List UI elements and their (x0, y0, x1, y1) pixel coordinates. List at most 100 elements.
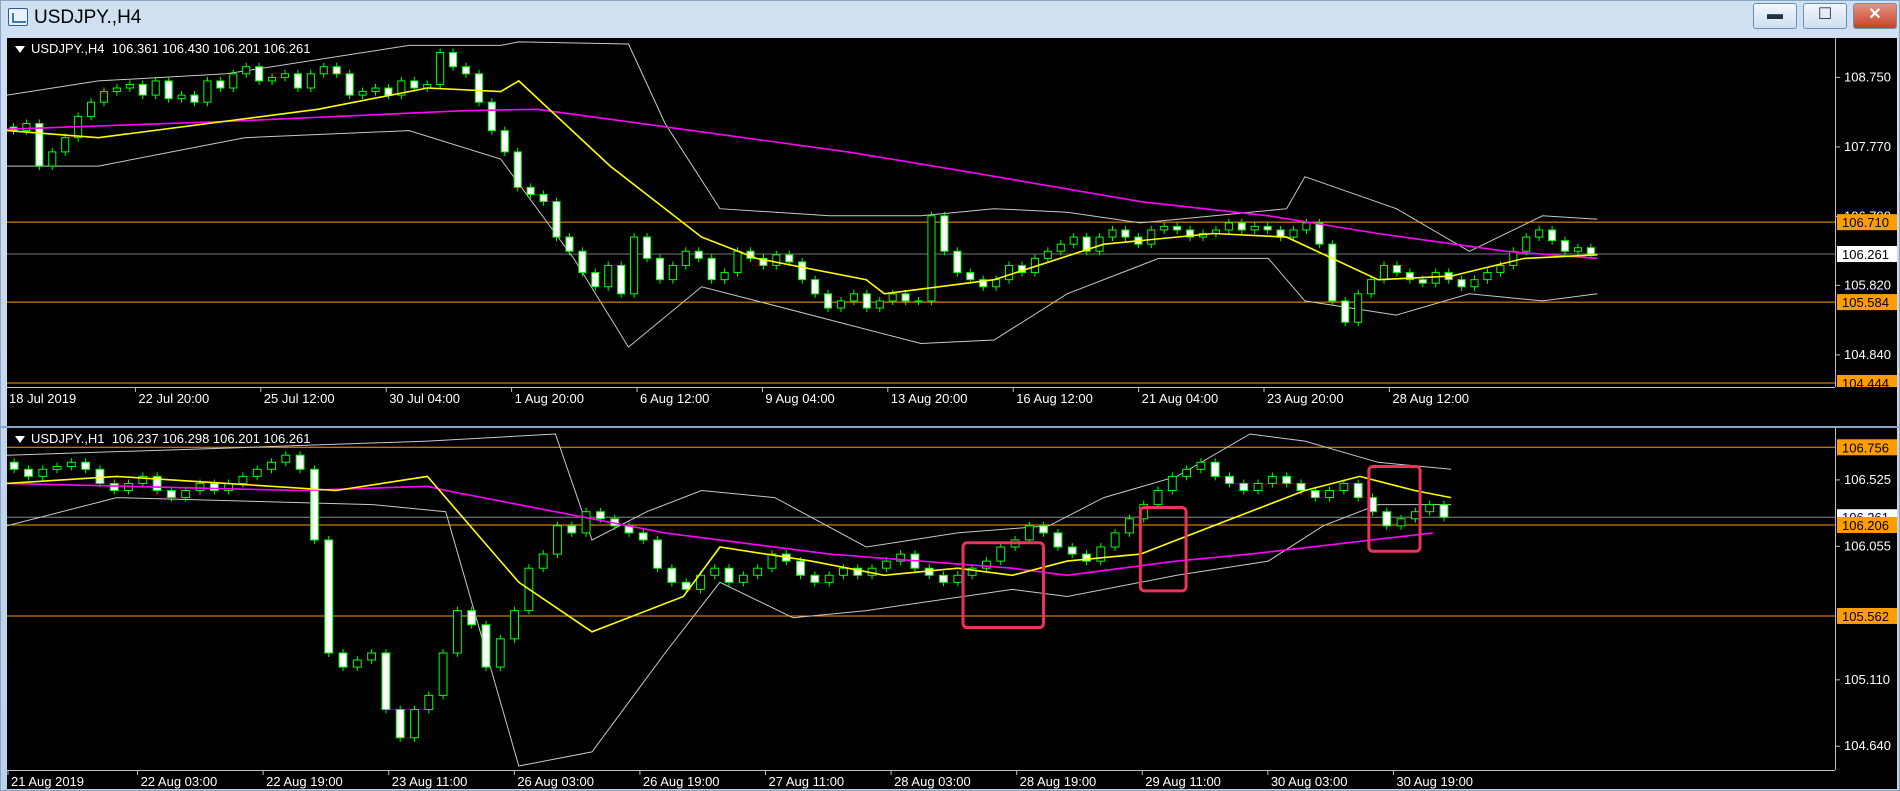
h4-chart-pane[interactable]: USDJPY.,H4 106.361 106.430 106.201 106.2… (7, 38, 1897, 426)
h4-x-tick-label: 18 Jul 2019 (9, 391, 76, 406)
h1-candle (481, 620, 491, 672)
h1-candle-body (209, 482, 219, 492)
h4-candle-body (1147, 229, 1156, 245)
h1-candle (52, 462, 62, 474)
h4-candle-body (1302, 222, 1311, 231)
h4-candle-body (1354, 293, 1363, 323)
maximize-button[interactable]: ☐ (1803, 3, 1847, 29)
h1-candle (381, 648, 391, 714)
h4-candle (914, 296, 923, 306)
h1-candle-body (996, 546, 1006, 562)
h1-candle-body (24, 468, 33, 477)
title-bar[interactable]: USDJPY.,H4 ▬ ☐ ✕ (1, 1, 1899, 35)
h1-candle (109, 479, 119, 495)
h4-candle-body (1573, 247, 1583, 252)
h1-candle-body (1267, 475, 1277, 484)
h4-candle-body (1367, 279, 1376, 295)
h4-candle-body (1586, 247, 1595, 255)
h1-candle (824, 571, 834, 587)
h4-candle (849, 289, 858, 306)
close-button[interactable]: ✕ (1853, 3, 1897, 29)
h4-candle-body (875, 300, 884, 309)
minimize-button[interactable]: ▬ (1753, 3, 1797, 29)
h4-candle-body (694, 250, 703, 259)
h1-x-tick-label: 26 Aug 19:00 (643, 774, 720, 789)
h4-candle (1548, 225, 1557, 245)
h4-candle (630, 232, 639, 298)
h4-level-tag: 105.584 (1842, 295, 1889, 310)
h1-candle (567, 521, 577, 537)
h4-candle (436, 48, 445, 89)
h1-candle-body (367, 652, 377, 661)
h1-candle-body (1053, 532, 1063, 548)
h4-candle (1560, 236, 1570, 256)
h1-candle-body (238, 475, 248, 484)
h4-candle-body (901, 293, 910, 302)
h4-candle (1354, 289, 1363, 327)
collapse-triangle-icon[interactable] (15, 436, 25, 443)
h1-candle (1253, 479, 1263, 495)
h4-candle (500, 126, 509, 156)
h1-candle-body (638, 532, 648, 541)
h1-ohlc: 106.237 106.298 106.201 106.261 (111, 431, 311, 446)
h1-candle-body (352, 659, 362, 668)
h4-candle-body (888, 293, 897, 302)
h4-price-axis[interactable]: 108.750107.770106.790105.820104.840106.7… (1835, 38, 1897, 387)
h1-candle-body (381, 652, 391, 710)
h4-candle (1328, 240, 1337, 306)
h4-candle (1535, 225, 1544, 242)
h4-candle-body (1056, 243, 1065, 252)
h1-candle (438, 648, 448, 700)
collapse-triangle-icon[interactable] (15, 46, 25, 53)
h4-candle-body (306, 73, 315, 89)
h4-candle (1237, 218, 1246, 235)
h4-candle-body (293, 73, 302, 89)
h4-candle (280, 69, 290, 82)
h4-price-plot[interactable] (7, 38, 1835, 387)
h4-time-axis[interactable]: 18 Jul 2019 22 Jul 20:00 25 Jul 12:00 30 Ju… (7, 387, 1835, 426)
h4-candle-body (1483, 272, 1492, 281)
h4-candle (358, 87, 367, 100)
h1-candle-body (438, 652, 448, 696)
h4-candle-body (513, 151, 522, 188)
h4-candle-body (940, 215, 949, 252)
h1-candle-body (166, 490, 176, 499)
h1-candle-body (553, 525, 562, 555)
h1-candle (38, 465, 48, 481)
h1-price-axis[interactable]: 106.525 106.055 105.110 104.640 106.756 106.2… (1835, 428, 1897, 770)
h4-candle (384, 83, 393, 100)
h1-candle-body (810, 574, 820, 583)
h1-candle-body (824, 574, 834, 583)
h1-time-axis[interactable]: 21 Aug 2019 22 Aug 03:00 22 Aug 19:00 23 Au… (7, 770, 1835, 789)
h4-candle-body (707, 257, 716, 281)
h1-candle-body (753, 567, 763, 576)
h4-x-tick-label: 1 Aug 20:00 (515, 391, 584, 406)
h4-candle (151, 76, 160, 100)
h4-candle (1470, 275, 1479, 291)
h4-candle (397, 76, 406, 100)
h1-candle-body (109, 482, 119, 492)
h1-candle-body (1210, 461, 1220, 477)
h1-candle (9, 458, 19, 474)
h4-candle-body (345, 73, 354, 96)
h4-candle (1509, 247, 1518, 270)
h4-candle (306, 69, 315, 93)
h4-candle-body (526, 186, 535, 195)
h1-price-plot[interactable] (7, 428, 1835, 770)
h1-candle-body (1325, 490, 1335, 499)
h1-candle (981, 557, 991, 573)
h4-candle (242, 62, 251, 78)
h4-candle (823, 289, 833, 313)
h4-candle (1276, 225, 1285, 242)
h1-chart-pane[interactable]: USDJPY.,H1 106.237 106.298 106.201 106.2… (7, 428, 1897, 789)
h1-candle-body (567, 525, 577, 534)
h4-candle-body (668, 264, 677, 281)
h1-candle (324, 535, 334, 657)
h4-candle (966, 268, 975, 284)
h4-candle-body (138, 83, 147, 96)
h4-candle-body (655, 257, 665, 281)
h1-band-upper (7, 433, 1452, 548)
h4-candle-body (966, 272, 975, 281)
h1-candle (710, 564, 720, 580)
h4-candle (953, 247, 962, 277)
